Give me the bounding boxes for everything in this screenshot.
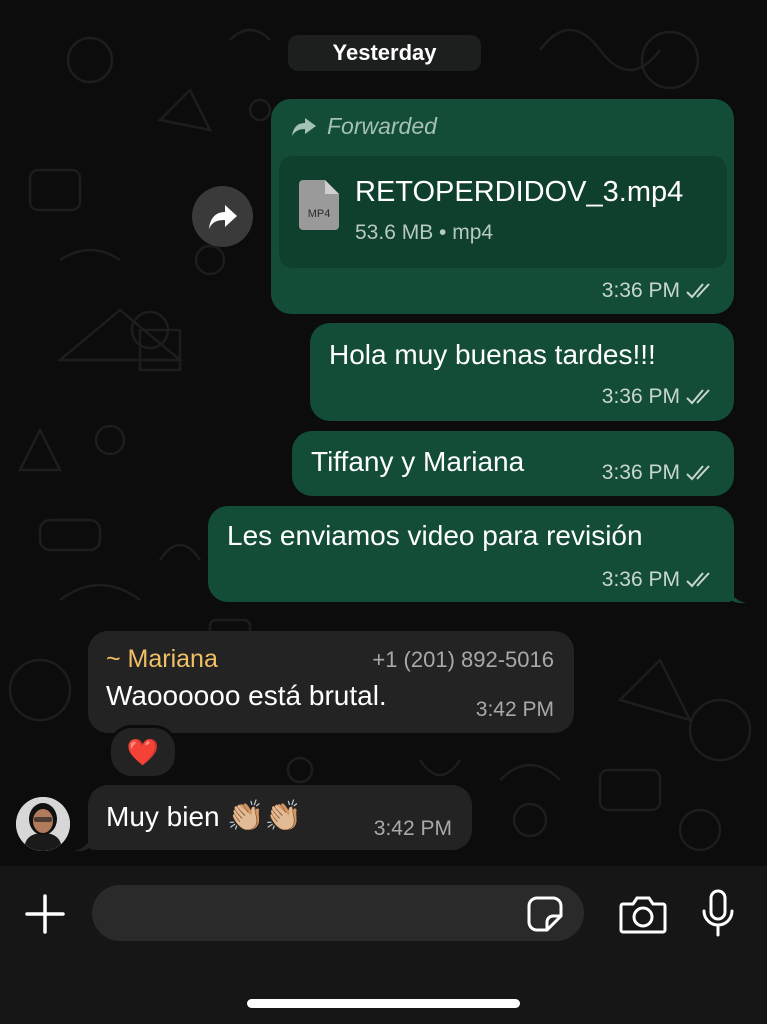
- forwarded-label: Forwarded: [327, 113, 437, 139]
- forward-arrow-icon: [208, 204, 237, 229]
- double-check-icon: [686, 389, 710, 405]
- home-indicator: [247, 999, 520, 1008]
- attach-button[interactable]: [22, 891, 68, 937]
- chat-screen: Yesterday Forwarded MP4 RETOPERDIDOV_3.m…: [0, 0, 767, 1024]
- bubble-tail-incoming: [74, 834, 92, 852]
- double-check-icon: [686, 283, 710, 299]
- double-check-icon: [686, 465, 710, 481]
- message-time: 3:36 PM: [602, 279, 714, 303]
- message-time: 3:42 PM: [374, 817, 452, 841]
- sender-name[interactable]: ~ Mariana: [106, 645, 218, 674]
- message-timestamp: 3:36 PM: [601, 461, 680, 484]
- message-bubble[interactable]: Tiffany y Mariana 3:36 PM: [292, 431, 734, 496]
- camera-button[interactable]: [618, 892, 668, 936]
- message-time: 3:36 PM: [602, 385, 714, 409]
- forwarded-label-row: Forwarded: [291, 113, 437, 140]
- message-timestamp: 3:42 PM: [475, 698, 554, 721]
- mic-button[interactable]: [698, 888, 738, 938]
- message-time: 3:42 PM: [476, 698, 554, 722]
- sticker-button[interactable]: [526, 895, 564, 933]
- message-input[interactable]: [92, 885, 584, 941]
- file-meta: 53.6 MB • mp4: [355, 221, 494, 244]
- camera-icon: [619, 896, 667, 934]
- date-divider: Yesterday: [288, 35, 481, 71]
- forwarded-arrow-icon: [292, 117, 316, 136]
- sticker-icon: [527, 896, 563, 932]
- message-text: Waoooooo está brutal.: [106, 680, 387, 711]
- message-time: 3:36 PM: [602, 461, 714, 485]
- message-timestamp: 3:36 PM: [601, 279, 680, 302]
- avatar[interactable]: [16, 797, 70, 851]
- file-name: RETOPERDIDOV_3.mp4: [355, 176, 684, 208]
- forward-button[interactable]: [192, 186, 253, 247]
- composer-bar: [0, 866, 767, 1024]
- message-timestamp: 3:36 PM: [601, 568, 680, 591]
- avatar-image: [16, 797, 70, 851]
- file-badge: MP4: [308, 208, 331, 220]
- message-time: 3:36 PM: [602, 568, 714, 592]
- file-attachment[interactable]: MP4 RETOPERDIDOV_3.mp4 53.6 MB • mp4: [279, 156, 727, 268]
- message-bubble[interactable]: Hola muy buenas tardes!!! 3:36 PM: [310, 323, 734, 421]
- message-emoji: 👏🏼👏🏼: [227, 800, 303, 833]
- message-bubble[interactable]: Les enviamos video para revisión 3:36 PM: [208, 506, 734, 602]
- plus-icon: [25, 894, 65, 934]
- bubble-tail-outgoing: [728, 586, 746, 604]
- message-bubble-forwarded-file[interactable]: Forwarded MP4 RETOPERDIDOV_3.mp4 53.6 MB…: [271, 99, 734, 314]
- message-timestamp: 3:36 PM: [601, 385, 680, 408]
- message-bubble-incoming[interactable]: Muy bien 👏🏼👏🏼 3:42 PM: [88, 785, 472, 850]
- message-bubble-incoming[interactable]: ~ Mariana +1 (201) 892-5016 Waoooooo est…: [88, 631, 574, 733]
- double-check-icon: [686, 572, 710, 588]
- message-text: Les enviamos video para revisión: [227, 520, 643, 551]
- message-text: Hola muy buenas tardes!!!: [329, 339, 656, 370]
- message-text: Muy bien: [106, 801, 220, 832]
- file-icon: MP4: [299, 180, 339, 230]
- message-text-row: Muy bien 👏🏼👏🏼: [106, 799, 302, 834]
- message-timestamp: 3:42 PM: [373, 817, 452, 840]
- microphone-icon: [702, 889, 734, 937]
- reaction-badge[interactable]: ❤️: [108, 725, 178, 779]
- message-text: Tiffany y Mariana: [311, 446, 525, 477]
- sender-phone: +1 (201) 892-5016: [372, 647, 554, 672]
